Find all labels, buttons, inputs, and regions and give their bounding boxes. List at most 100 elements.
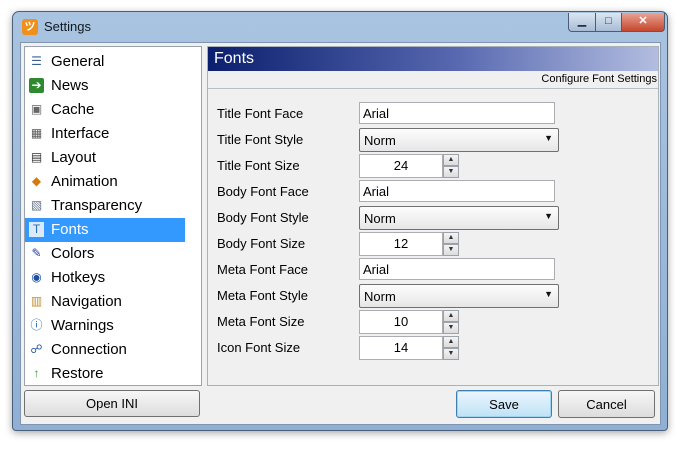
sidebar-item-label: Restore xyxy=(51,365,104,382)
spin-down-icon[interactable]: ▼ xyxy=(443,166,459,178)
warnings-icon: ⓘ xyxy=(30,318,43,332)
title-font-style-select[interactable]: Norm ▼ xyxy=(359,128,559,152)
sidebar-item-label: Cache xyxy=(51,101,95,118)
body-font-style-select[interactable]: Norm ▼ xyxy=(359,206,559,230)
sidebar-item-label: Connection xyxy=(51,341,127,358)
connection-icon: ☍ xyxy=(30,342,43,356)
navigation-icon: ▥ xyxy=(30,294,43,308)
client-area: ☰ General ➔ News ▣ Cache ▦ Interface ▤ Layout ◆ Ani… xyxy=(20,42,661,425)
title-font-size-input[interactable]: 24 xyxy=(359,154,443,178)
spin-up-icon[interactable]: ▲ xyxy=(443,232,459,244)
animation-icon: ◆ xyxy=(31,174,42,188)
layout-icon: ▤ xyxy=(30,150,43,164)
interface-icon: ▦ xyxy=(30,126,43,140)
sidebar-item-label: Animation xyxy=(51,173,118,190)
save-button[interactable]: Save xyxy=(456,390,552,418)
sidebar-item-interface[interactable]: ▦ Interface xyxy=(25,122,185,146)
body-font-style-row: Body Font Style Norm ▼ xyxy=(217,206,657,230)
body-font-size-input[interactable]: 12 xyxy=(359,232,443,256)
sidebar-item-news[interactable]: ➔ News xyxy=(25,74,185,98)
restore-icon: ↑ xyxy=(33,366,40,380)
icon-font-size-label: Icon Font Size xyxy=(217,340,301,355)
transparency-icon: ▧ xyxy=(30,198,43,212)
title-font-face-input[interactable]: Arial xyxy=(359,102,555,124)
hotkeys-icon: ◉ xyxy=(31,270,42,284)
app-icon: ツ xyxy=(22,19,38,35)
title-font-size-label: Title Font Size xyxy=(217,158,300,173)
sidebar-item-label: Navigation xyxy=(51,293,122,310)
body-font-face-row: Body Font Face Arial xyxy=(217,180,657,204)
chevron-down-icon: ▼ xyxy=(544,133,553,143)
cache-icon: ▣ xyxy=(30,102,43,116)
maximize-button[interactable]: □ xyxy=(595,13,622,32)
spin-down-icon[interactable]: ▼ xyxy=(443,244,459,256)
icon-font-size-stepper: 14 ▲ ▼ xyxy=(359,336,459,360)
open-ini-button[interactable]: Open INI xyxy=(24,390,200,417)
sidebar-item-label: Transparency xyxy=(51,197,143,214)
news-icon: ➔ xyxy=(29,78,44,93)
meta-font-size-input[interactable]: 10 xyxy=(359,310,443,334)
spin-up-icon[interactable]: ▲ xyxy=(443,154,459,166)
body-font-size-label: Body Font Size xyxy=(217,236,306,251)
sidebar-item-animation[interactable]: ◆ Animation xyxy=(25,170,185,194)
title-bar: ツ Settings ▁ □ ✕ xyxy=(13,12,667,42)
meta-font-size-row: Meta Font Size 10 ▲ ▼ xyxy=(217,310,657,334)
body-font-face-label: Body Font Face xyxy=(217,184,309,199)
sidebar-item-connection[interactable]: ☍ Connection xyxy=(25,338,185,362)
panel-title: Fonts xyxy=(214,50,255,67)
sidebar-item-cache[interactable]: ▣ Cache xyxy=(25,98,185,122)
meta-font-style-value: Norm xyxy=(364,289,396,304)
body-font-style-value: Norm xyxy=(364,211,396,226)
title-font-style-value: Norm xyxy=(364,133,396,148)
title-font-face-label: Title Font Face xyxy=(217,106,304,121)
settings-window: ツ Settings ▁ □ ✕ ☰ General ➔ News ▣ Cache ▦ Int… xyxy=(12,11,668,431)
title-font-size-row: Title Font Size 24 ▲ ▼ xyxy=(217,154,657,178)
panel-subtitle: Configure Font Settings xyxy=(541,73,657,85)
spin-down-icon[interactable]: ▼ xyxy=(443,322,459,334)
minimize-button[interactable]: ▁ xyxy=(568,13,596,32)
body-font-face-input[interactable]: Arial xyxy=(359,180,555,202)
meta-font-style-label: Meta Font Style xyxy=(217,288,309,303)
sidebar-item-colors[interactable]: ✎ Colors xyxy=(25,242,185,266)
sidebar-item-warnings[interactable]: ⓘ Warnings xyxy=(25,314,185,338)
sidebar-item-label: Fonts xyxy=(51,221,89,238)
sidebar-item-fonts[interactable]: T Fonts xyxy=(25,218,185,242)
meta-font-face-row: Meta Font Face Arial xyxy=(217,258,657,282)
sidebar-item-label: News xyxy=(51,77,89,94)
meta-font-size-label: Meta Font Size xyxy=(217,314,305,329)
body-font-style-label: Body Font Style xyxy=(217,210,309,225)
chevron-down-icon: ▼ xyxy=(544,211,553,221)
meta-font-style-row: Meta Font Style Norm ▼ xyxy=(217,284,657,308)
icon-font-size-row: Icon Font Size 14 ▲ ▼ xyxy=(217,336,657,360)
body-font-size-row: Body Font Size 12 ▲ ▼ xyxy=(217,232,657,256)
meta-font-size-stepper: 10 ▲ ▼ xyxy=(359,310,459,334)
fonts-icon: T xyxy=(29,222,44,237)
sidebar-item-general[interactable]: ☰ General xyxy=(25,50,185,74)
sidebar-item-hotkeys[interactable]: ◉ Hotkeys xyxy=(25,266,185,290)
fonts-panel: Fonts Configure Font Settings Title Font… xyxy=(207,46,659,386)
spin-up-icon[interactable]: ▲ xyxy=(443,310,459,322)
panel-header: Fonts xyxy=(208,47,658,71)
spin-down-icon[interactable]: ▼ xyxy=(443,348,459,360)
title-font-size-stepper: 24 ▲ ▼ xyxy=(359,154,459,178)
spin-up-icon[interactable]: ▲ xyxy=(443,336,459,348)
general-icon: ☰ xyxy=(31,54,42,68)
meta-font-face-label: Meta Font Face xyxy=(217,262,309,277)
title-font-style-label: Title Font Style xyxy=(217,132,304,147)
settings-category-list: ☰ General ➔ News ▣ Cache ▦ Interface ▤ Layout ◆ Ani… xyxy=(24,46,202,386)
chevron-down-icon: ▼ xyxy=(544,289,553,299)
sidebar-item-navigation[interactable]: ▥ Navigation xyxy=(25,290,185,314)
cancel-button[interactable]: Cancel xyxy=(558,390,655,418)
meta-font-face-input[interactable]: Arial xyxy=(359,258,555,280)
body-font-size-stepper: 12 ▲ ▼ xyxy=(359,232,459,256)
sidebar-item-restore[interactable]: ↑ Restore xyxy=(25,362,185,386)
sidebar-item-label: Hotkeys xyxy=(51,269,106,286)
subtitle-divider xyxy=(208,88,658,89)
title-font-style-row: Title Font Style Norm ▼ xyxy=(217,128,657,152)
sidebar-item-label: Warnings xyxy=(51,317,114,334)
sidebar-item-layout[interactable]: ▤ Layout xyxy=(25,146,185,170)
close-button[interactable]: ✕ xyxy=(621,13,665,32)
icon-font-size-input[interactable]: 14 xyxy=(359,336,443,360)
meta-font-style-select[interactable]: Norm ▼ xyxy=(359,284,559,308)
sidebar-item-transparency[interactable]: ▧ Transparency xyxy=(25,194,185,218)
